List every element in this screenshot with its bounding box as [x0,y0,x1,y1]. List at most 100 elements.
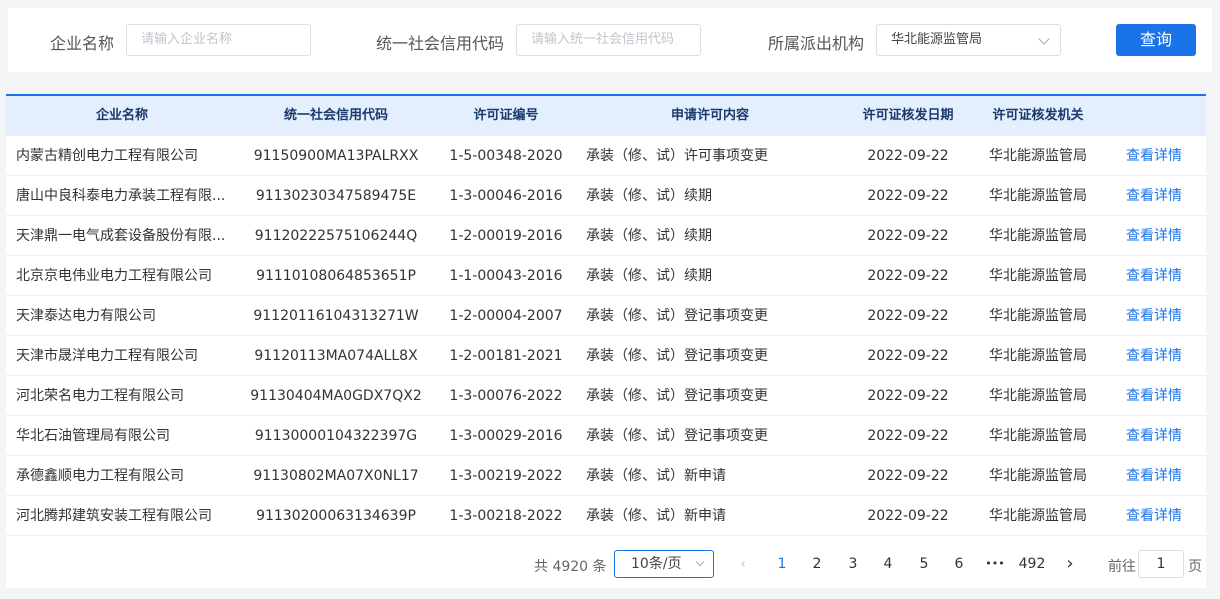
table-row: 华北石油管理局有限公司 91130000104322397G 1-3-00029-2… [6,416,1206,456]
cell-issuing-authority: 华北能源监管局 [989,148,1087,164]
cell-application-content: 承装（修、试）新申请 [586,508,726,524]
cell-license-number: 1-2-00181-2021 [449,348,563,364]
cell-company-name: 唐山中良科泰电力承装工程有限... [16,188,226,204]
page-size-select[interactable]: 10条/页 [614,550,714,578]
cell-issuing-authority: 华北能源监管局 [989,348,1087,364]
cell-application-content: 承装（修、试）续期 [586,188,712,204]
goto-unit-label: 页 [1188,559,1202,575]
cell-issue-date: 2022-09-22 [867,148,949,164]
header-credit-code: 统一社会信用代码 [283,108,388,123]
agency-select-value: 华北能源监管局 [891,32,983,47]
cell-license-number: 1-3-00046-2016 [449,188,563,204]
cell-credit-code: 91130000104322397G [254,428,418,444]
cell-company-name: 承德鑫顺电力工程有限公司 [16,468,184,484]
page-last-button[interactable]: 492 [1015,550,1049,578]
view-details-link[interactable]: 查看详情 [1126,216,1196,256]
cell-company-name: 北京京电伟业电力工程有限公司 [16,268,212,284]
cell-credit-code: 91130802MA07X0NL17 [253,468,419,484]
view-details-link[interactable]: 查看详情 [1126,176,1196,216]
table-row: 内蒙古精创电力工程有限公司 91150900MA13PALRXX 1-5-00348… [6,136,1206,176]
cell-issue-date: 2022-09-22 [867,468,949,484]
table-row: 天津鼎一电气成套设备股份有限... 91120222575106244Q 1-2-0… [6,216,1206,256]
page-4-button[interactable]: 4 [873,550,903,578]
cell-company-name: 河北腾邦建筑安装工程有限公司 [16,508,212,524]
cell-issuing-authority: 华北能源监管局 [989,468,1087,484]
company-name-label: 企业名称 [50,34,115,53]
table-header: 企业名称 统一社会信用代码 许可证编号 申请许可内容 许可证核发日期 许可证核发… [6,96,1206,136]
goto-page-input[interactable]: 1 [1138,550,1184,578]
cell-issuing-authority: 华北能源监管局 [989,188,1087,204]
cell-application-content: 承装（修、试）登记事项变更 [586,428,768,444]
table-row: 承德鑫顺电力工程有限公司 91130802MA07X0NL17 1-3-00219-… [6,456,1206,496]
table-row: 唐山中良科泰电力承装工程有限... 91130230347589475E 1-3-0… [6,176,1206,216]
cell-company-name: 华北石油管理局有限公司 [16,428,170,444]
cell-application-content: 承装（修、试）登记事项变更 [586,308,768,324]
company-name-input[interactable]: 请输入企业名称 [126,24,311,56]
cell-issue-date: 2022-09-22 [867,228,949,244]
cell-issue-date: 2022-09-22 [867,268,949,284]
query-button[interactable]: 查询 [1116,24,1196,56]
cell-credit-code: 91120222575106244Q [254,228,418,244]
credit-code-input[interactable]: 请输入统一社会信用代码 [516,24,701,56]
page-3-button[interactable]: 3 [838,550,868,578]
header-application-content: 申请许可内容 [670,108,749,123]
agency-label: 所属派出机构 [768,34,865,53]
cell-credit-code: 91110108064853651P [256,268,416,284]
cell-application-content: 承装（修、试）许可事项变更 [586,148,768,164]
cell-license-number: 1-5-00348-2020 [449,148,563,164]
cell-license-number: 1-3-00029-2016 [449,428,563,444]
cell-issuing-authority: 华北能源监管局 [989,228,1087,244]
cell-issuing-authority: 华北能源监管局 [989,428,1087,444]
view-details-link[interactable]: 查看详情 [1126,456,1196,496]
cell-credit-code: 91120113MA074ALL8X [254,348,418,364]
cell-application-content: 承装（修、试）登记事项变更 [586,388,768,404]
search-panel: 企业名称 请输入企业名称 统一社会信用代码 请输入统一社会信用代码 所属派出机构… [8,8,1212,72]
cell-credit-code: 91130404MA0GDX7QX2 [250,388,422,404]
view-details-link[interactable]: 查看详情 [1126,296,1196,336]
cell-license-number: 1-1-00043-2016 [449,268,563,284]
view-details-link[interactable]: 查看详情 [1126,376,1196,416]
cell-issuing-authority: 华北能源监管局 [989,268,1087,284]
cell-issue-date: 2022-09-22 [867,348,949,364]
cell-issue-date: 2022-09-22 [867,428,949,444]
header-company-name: 企业名称 [95,108,148,123]
total-count: 共 4920 条 [534,559,607,575]
cell-application-content: 承装（修、试）新申请 [586,468,726,484]
results-table: 企业名称 统一社会信用代码 许可证编号 申请许可内容 许可证核发日期 许可证核发… [6,94,1206,588]
view-details-link[interactable]: 查看详情 [1126,256,1196,296]
view-details-link[interactable]: 查看详情 [1126,136,1196,176]
cell-application-content: 承装（修、试）续期 [586,228,712,244]
cell-license-number: 1-2-00004-2007 [449,308,563,324]
agency-select[interactable]: 华北能源监管局 [876,24,1061,56]
cell-application-content: 承装（修、试）登记事项变更 [586,348,768,364]
cell-license-number: 1-3-00076-2022 [449,388,563,404]
pagination: 共 4920 条 10条/页 ‹ 1 2 3 4 5 6 ••• 492 › 前… [6,544,1206,584]
cell-issue-date: 2022-09-22 [867,508,949,524]
more-pages-button[interactable]: ••• [980,550,1010,578]
cell-license-number: 1-3-00219-2022 [449,468,563,484]
cell-credit-code: 91120116104313271W [253,308,419,324]
credit-code-label: 统一社会信用代码 [376,34,505,53]
header-license-number: 许可证编号 [473,108,539,123]
cell-credit-code: 91130230347589475E [255,188,417,204]
page-1-button[interactable]: 1 [767,550,797,578]
cell-application-content: 承装（修、试）续期 [586,268,712,284]
page-5-button[interactable]: 5 [909,550,939,578]
view-details-link[interactable]: 查看详情 [1126,336,1196,376]
page-6-button[interactable]: 6 [944,550,974,578]
chevron-down-icon [1038,33,1050,45]
next-page-button[interactable]: › [1055,550,1085,578]
view-details-link[interactable]: 查看详情 [1126,496,1196,536]
header-issuing-authority: 许可证核发机关 [992,108,1084,123]
cell-credit-code: 91150900MA13PALRXX [253,148,419,164]
page-2-button[interactable]: 2 [802,550,832,578]
table-row: 天津市晟洋电力工程有限公司 91120113MA074ALL8X 1-2-00181… [6,336,1206,376]
cell-company-name: 河北荣名电力工程有限公司 [16,388,184,404]
cell-company-name: 天津泰达电力有限公司 [16,308,156,324]
cell-issuing-authority: 华北能源监管局 [989,508,1087,524]
cell-license-number: 1-3-00218-2022 [449,508,563,524]
cell-company-name: 天津鼎一电气成套设备股份有限... [16,228,226,244]
prev-page-button[interactable]: ‹ [728,550,758,578]
cell-company-name: 内蒙古精创电力工程有限公司 [16,148,198,164]
view-details-link[interactable]: 查看详情 [1126,416,1196,456]
